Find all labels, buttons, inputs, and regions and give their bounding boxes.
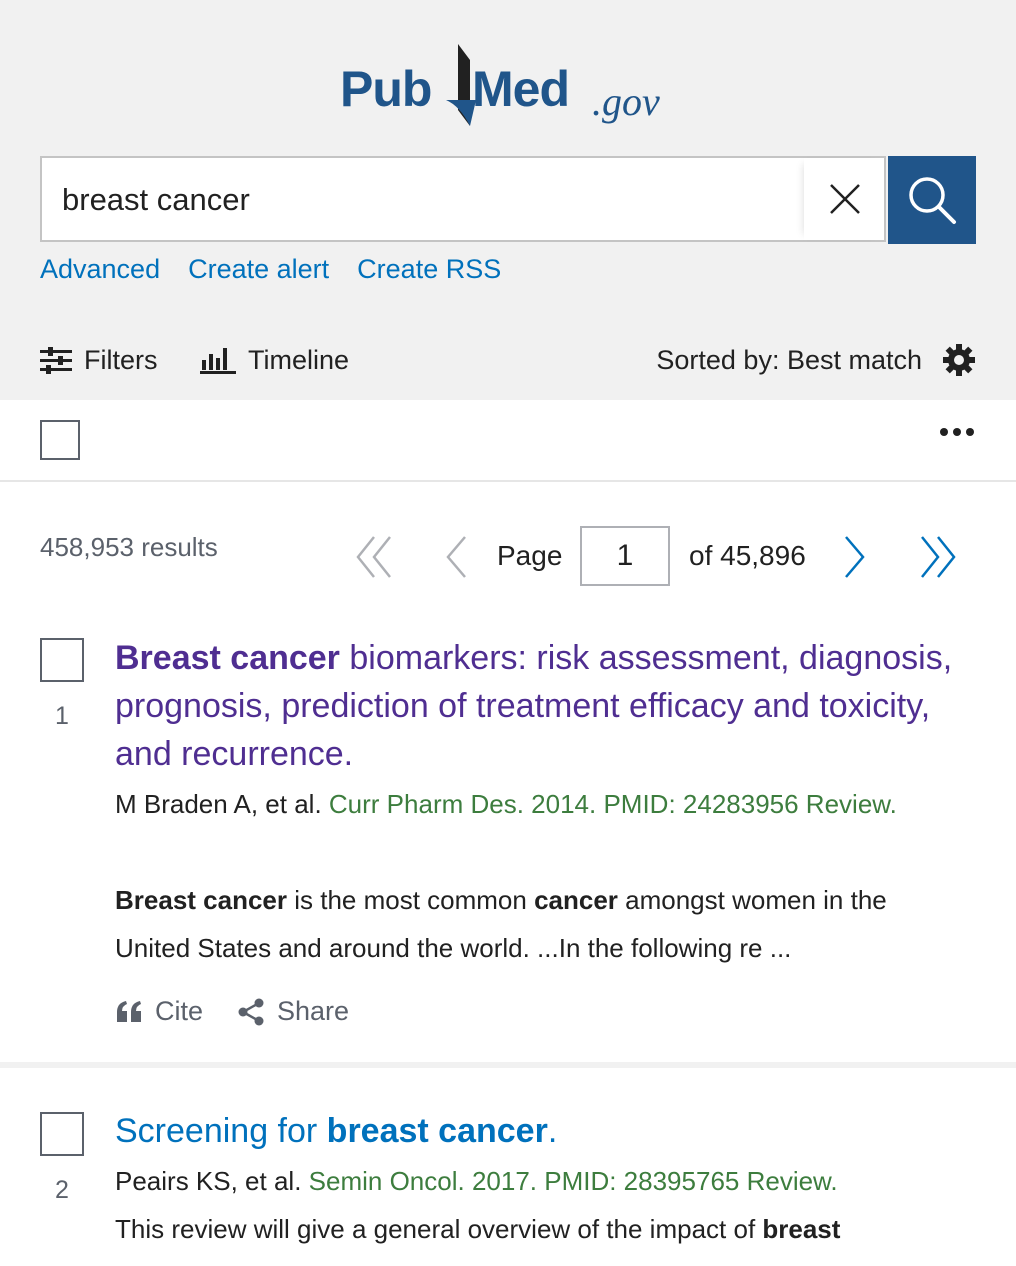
result-number: 1 [55,702,69,730]
title-text: Screening for [115,1112,327,1150]
results-count: 458,953 results [40,532,218,562]
snippet-highlight: cancer [534,885,618,915]
clear-search-button[interactable] [804,158,886,240]
advanced-link[interactable]: Advanced [40,254,160,294]
page-number-input[interactable] [580,526,670,586]
snippet-highlight: Breast cancer [115,885,287,915]
title-highlight: breast cancer [326,1112,548,1150]
page-label: Page [497,540,563,571]
total-pages: of 45,896 [689,540,806,571]
next-page-icon[interactable] [840,534,870,580]
share-icon [238,998,264,1025]
previous-page-icon[interactable] [440,534,470,580]
result-snippet: Breast cancer is the most common cancer … [115,876,965,972]
first-page-icon[interactable] [352,534,396,580]
logo-med-text: Med [472,61,570,117]
logo-pub-text: Pub [340,61,432,117]
share-label: Share [277,996,350,1026]
pubmed-logo[interactable]: Pub Med .gov [340,38,680,138]
result-title-link[interactable]: Screening for breast cancer. [115,1107,985,1155]
cite-button[interactable]: Cite [115,996,203,1027]
search-icon [909,177,956,224]
result-divider [0,1062,1016,1068]
create-rss-link[interactable]: Create RSS [357,254,501,294]
snippet-text: This review will give a general overview… [115,1214,763,1244]
more-dot [940,428,948,436]
filters-button[interactable]: Filters [40,338,158,382]
more-dot [953,428,961,436]
share-button[interactable]: Share [237,996,349,1027]
snippet-highlight: breast [762,1214,841,1244]
filters-label: Filters [84,344,158,375]
cite-label: Cite [155,996,204,1026]
selection-bar [0,400,1016,482]
results-toolbar: Filters Timeline Sorted by: Best match [40,338,976,382]
result-citation: Peairs KS, et al. Semin Oncol. 2017. PMI… [115,1157,985,1205]
timeline-button[interactable]: Timeline [200,338,349,382]
sort-label: Sorted by: Best match [656,344,922,375]
create-alert-link[interactable]: Create alert [188,254,329,294]
search-links: Advanced Create alert Create RSS [40,254,501,294]
gear-icon[interactable] [942,343,976,377]
search-box [40,156,886,242]
search-input[interactable] [62,176,802,224]
result-title-link[interactable]: Breast cancer biomarkers: risk assessmen… [115,634,985,778]
select-all-checkbox[interactable] [40,420,80,460]
result-journal: Curr Pharm Des. 2014. PMID: 24283956 Rev… [328,789,897,819]
result-authors: Peairs KS, et al. [115,1166,302,1196]
filters-icon [40,347,72,374]
quote-icon [117,1000,141,1022]
result-number: 2 [55,1176,69,1204]
last-page-icon[interactable] [916,534,960,580]
result-checkbox[interactable] [40,638,84,682]
result-snippet: This review will give a general overview… [115,1205,965,1253]
title-text: . [547,1112,558,1150]
more-actions-button[interactable] [940,428,974,436]
timeline-label: Timeline [248,344,350,375]
more-dot [966,428,974,436]
logo-gov-text: .gov [592,79,660,124]
result-authors: M Braden A, et al. [115,789,322,819]
title-highlight: Breast cancer [115,639,340,677]
search-button[interactable] [888,156,976,244]
timeline-chart-icon [200,348,236,374]
result-citation: M Braden A, et al. Curr Pharm Des. 2014.… [115,780,985,828]
result-journal: Semin Oncol. 2017. PMID: 28395765 Review… [308,1166,838,1196]
result-checkbox[interactable] [40,1112,84,1156]
sort-control[interactable]: Sorted by: Best match [656,338,976,382]
snippet-text: is the most common [287,885,535,915]
close-icon [830,184,860,214]
result-actions: Cite Share [115,996,349,1027]
